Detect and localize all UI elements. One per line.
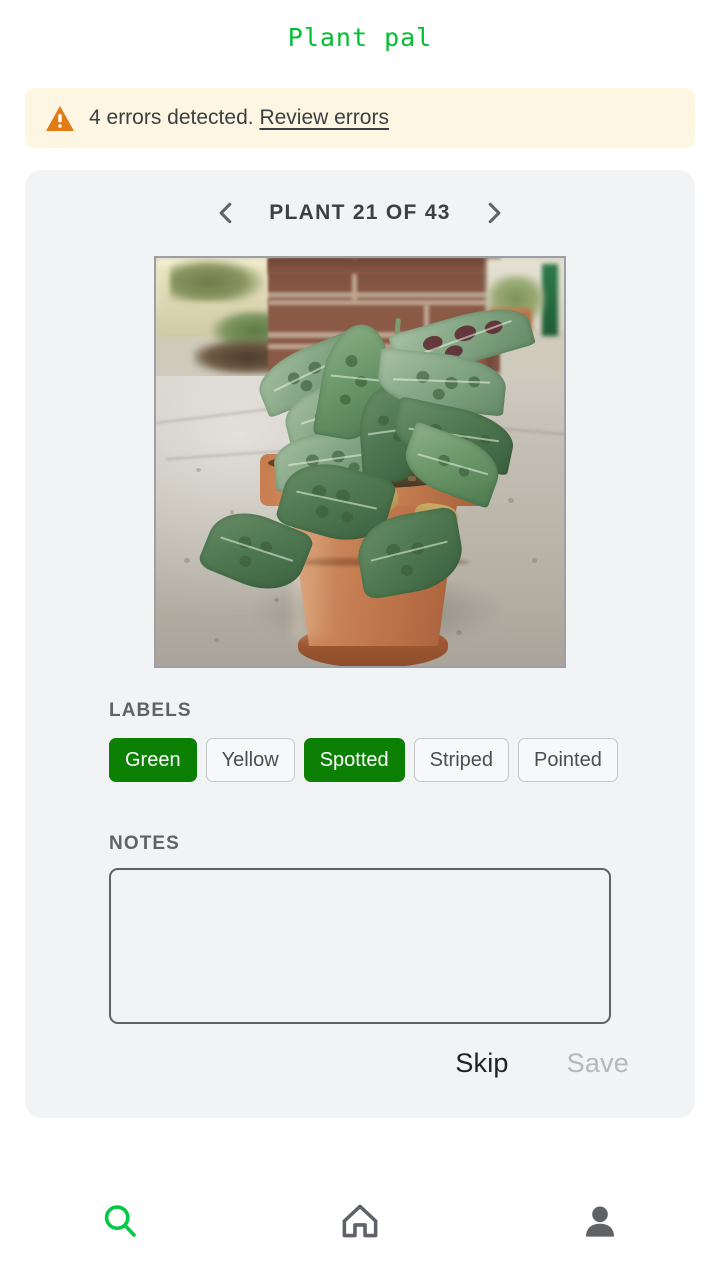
bottom-navigation	[0, 1160, 720, 1280]
plant-pager: PLANT 21 OF 43	[25, 198, 695, 228]
home-icon	[341, 1202, 379, 1240]
nav-item-profile[interactable]	[480, 1160, 720, 1240]
chevron-right-icon[interactable]	[479, 198, 509, 228]
review-errors-link[interactable]: Review errors	[259, 106, 389, 129]
save-button[interactable]: Save	[567, 1048, 629, 1079]
plant-photo	[154, 256, 566, 668]
error-banner-message: 4 errors detected.	[89, 106, 254, 129]
notes-heading: NOTES	[109, 833, 180, 854]
plant-counter-label: PLANT 21 OF 43	[269, 201, 451, 224]
label-chip-striped[interactable]: Striped	[413, 738, 510, 782]
labels-heading: LABELS	[109, 700, 192, 721]
label-chip-pointed[interactable]: Pointed	[518, 738, 618, 782]
error-banner: 4 errors detected. Review errors	[25, 88, 695, 148]
nav-item-home[interactable]	[240, 1160, 480, 1240]
label-chip-group: Green Yellow Spotted Striped Pointed	[109, 738, 618, 782]
warning-triangle-icon	[45, 105, 75, 133]
app-root: Plant pal 4 errors detected. Review erro…	[0, 0, 720, 1280]
card-actions: Skip Save	[25, 1048, 695, 1079]
skip-button[interactable]: Skip	[455, 1048, 508, 1079]
search-icon	[101, 1202, 139, 1240]
nav-item-search[interactable]	[0, 1160, 240, 1240]
page-title: Plant pal	[287, 23, 433, 52]
notes-input[interactable]	[109, 868, 611, 1024]
chevron-left-icon[interactable]	[211, 198, 241, 228]
error-banner-text: 4 errors detected. Review errors	[89, 105, 389, 131]
label-chip-spotted[interactable]: Spotted	[303, 738, 405, 782]
plant-card: PLANT 21 OF 43 LABELS Green Yellow Spott…	[25, 170, 695, 1118]
label-chip-green[interactable]: Green	[109, 738, 197, 782]
plant-photo-canvas	[156, 258, 564, 666]
person-icon	[581, 1202, 619, 1240]
label-chip-yellow[interactable]: Yellow	[205, 738, 295, 782]
